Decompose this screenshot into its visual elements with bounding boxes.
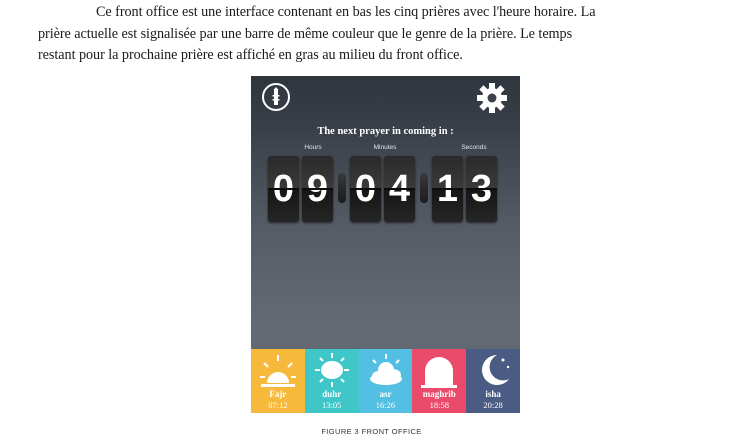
seconds-ones-digit: 3	[466, 156, 497, 222]
sunset-icon	[421, 357, 458, 388]
moon-icon	[482, 355, 510, 385]
prayer-name: isha	[485, 389, 501, 399]
figure-caption: FIGURE 3 FRONT OFFICE	[321, 427, 422, 436]
countdown-clock: 0 9 0 4 1 3	[268, 156, 508, 222]
prayer-time: 20:28	[483, 400, 503, 410]
hours-label: Hours	[304, 144, 322, 151]
prayer-maghrib[interactable]: maghrib 18:58	[412, 349, 467, 413]
sunrise-icon	[260, 355, 296, 387]
hours-tens-digit: 0	[268, 156, 299, 222]
paragraph-line-2: prière actuelle est signalisée par une b…	[38, 25, 573, 42]
prayer-time: 13:05	[322, 400, 342, 410]
prayer-bar: Fajr 07:12 duhr 13:05 asr 16:26 maghrib …	[251, 349, 520, 413]
paragraph-line-3: restant pour la prochaine prière est aff…	[38, 47, 463, 63]
minutes-tens-digit: 0	[350, 156, 381, 222]
prayer-isha[interactable]: isha 20:28	[466, 349, 520, 413]
front-office-screenshot: The next prayer in coming in : Hours Min…	[251, 76, 520, 413]
prayer-name: duhr	[322, 389, 342, 399]
prayer-time: 18:58	[429, 400, 449, 410]
seconds-tens-digit: 1	[432, 156, 463, 222]
seconds-label: Seconds	[461, 144, 487, 151]
prayer-name: maghrib	[422, 389, 456, 399]
paragraph-line-1: Ce front office est une interface conten…	[96, 4, 596, 20]
prayer-name: asr	[379, 389, 392, 399]
separator	[338, 173, 346, 203]
current-prayer-indicator	[412, 410, 467, 413]
next-prayer-title: The next prayer in coming in :	[317, 126, 454, 137]
minaret-icon[interactable]	[262, 83, 290, 111]
separator	[420, 173, 428, 203]
prayer-asr[interactable]: asr 16:26	[358, 349, 413, 413]
prayer-name: Fajr	[269, 389, 287, 399]
prayer-fajr[interactable]: Fajr 07:12	[251, 349, 305, 413]
prayer-time: 07:12	[268, 400, 288, 410]
minutes-label: Minutes	[373, 144, 397, 151]
sun-icon	[314, 353, 349, 387]
prayer-time: 16:26	[375, 400, 396, 410]
minutes-ones-digit: 4	[384, 156, 415, 222]
gear-icon[interactable]	[475, 81, 509, 115]
cloud-sun-icon	[369, 354, 402, 385]
body-paragraph: Ce front office est une interface conten…	[38, 2, 706, 67]
prayer-duhr[interactable]: duhr 13:05	[304, 349, 359, 413]
hours-ones-digit: 9	[302, 156, 333, 222]
